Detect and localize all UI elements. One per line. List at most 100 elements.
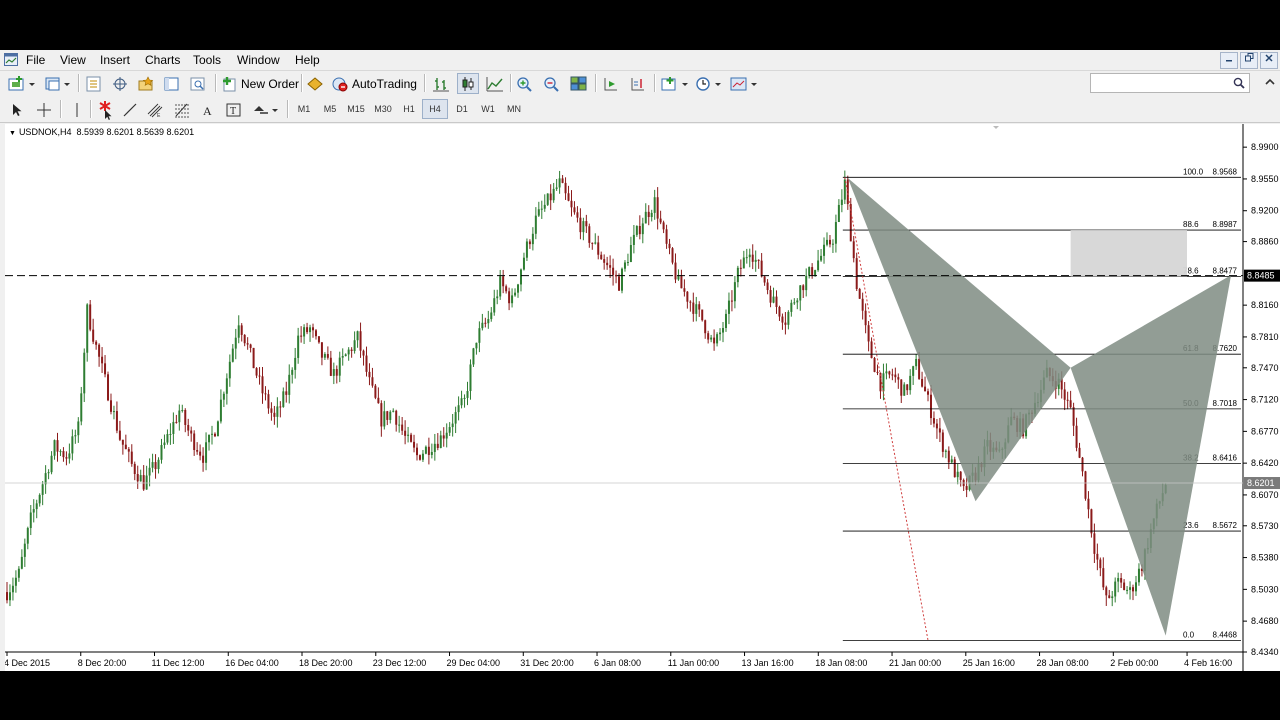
- vertical-line-tool-button[interactable]: [70, 99, 84, 120]
- zoom-in-button[interactable]: [516, 73, 534, 94]
- indicators-button[interactable]: [661, 73, 691, 94]
- menu-file[interactable]: File: [26, 53, 45, 67]
- new-order-button[interactable]: New Order: [222, 73, 299, 94]
- terminal-panel-button[interactable]: [163, 73, 181, 94]
- fibo-retracement-tool-button[interactable]: [173, 99, 191, 120]
- candle-body: [193, 433, 196, 451]
- zoom-out-button[interactable]: [543, 73, 561, 94]
- candle-body: [481, 322, 484, 329]
- candle-body: [588, 226, 591, 243]
- candle-body: [118, 430, 121, 440]
- collapse-triangle-icon[interactable]: ▼: [9, 130, 16, 137]
- candle-body: [202, 455, 205, 463]
- timeframe-d1[interactable]: D1: [449, 99, 475, 119]
- candle-body: [246, 343, 249, 345]
- candle-body: [707, 333, 710, 340]
- candle-body: [395, 410, 398, 425]
- timeframe-m1[interactable]: M1: [291, 99, 317, 119]
- svg-text:A: A: [203, 104, 212, 118]
- fibonacci-tool-button[interactable]: [96, 99, 114, 120]
- candle-body: [912, 366, 915, 376]
- menu-charts[interactable]: Charts: [145, 53, 180, 67]
- candle-body: [448, 427, 451, 433]
- line-chart-button[interactable]: [486, 73, 504, 94]
- timeframe-h1[interactable]: H1: [396, 99, 422, 119]
- channel-tool-button[interactable]: E: [146, 99, 164, 120]
- candle-body: [35, 503, 38, 510]
- new-chart-button[interactable]: [8, 73, 36, 94]
- close-button[interactable]: [1260, 52, 1278, 69]
- timeframe-h4[interactable]: H4: [422, 99, 448, 119]
- menu-tools[interactable]: Tools: [193, 53, 221, 67]
- candle-body: [157, 459, 160, 470]
- timeframe-mn[interactable]: MN: [501, 99, 527, 119]
- text-tool-button[interactable]: A: [200, 99, 214, 120]
- data-window-button[interactable]: [111, 73, 129, 94]
- crosshair-target-icon: [113, 76, 127, 91]
- candle-body: [567, 193, 570, 201]
- metaeditor-button[interactable]: [306, 73, 324, 94]
- periods-button[interactable]: [695, 73, 725, 94]
- candle-body: [597, 242, 600, 255]
- cursor-tool-button[interactable]: [10, 99, 24, 120]
- arrows-tool-button[interactable]: [252, 99, 280, 120]
- chart-shift-button[interactable]: [629, 73, 647, 94]
- strategy-tester-button[interactable]: [189, 73, 207, 94]
- magnifier-page-icon: [190, 77, 205, 90]
- crosshair-tool-button[interactable]: [36, 99, 52, 120]
- tile-windows-button[interactable]: [570, 73, 588, 94]
- autotrading-button[interactable]: AutoTrading: [331, 73, 417, 94]
- candle-body: [466, 391, 469, 398]
- timeframe-w1[interactable]: W1: [475, 99, 501, 119]
- timeframe-m5[interactable]: M5: [317, 99, 343, 119]
- profiles-icon: [45, 77, 70, 90]
- candlestick-icon: [462, 76, 474, 91]
- candle-body: [528, 241, 531, 245]
- candle-body: [653, 197, 656, 213]
- candle-body: [1132, 587, 1135, 592]
- candle-body: [906, 384, 909, 391]
- timeframe-m30[interactable]: M30: [370, 99, 396, 119]
- candle-body: [924, 386, 927, 392]
- candle-body: [267, 394, 270, 409]
- trendline-tool-button[interactable]: [122, 99, 138, 120]
- minimize-button[interactable]: [1220, 52, 1238, 69]
- candlestick-chart-button[interactable]: [457, 73, 479, 94]
- collapse-toolbar-button[interactable]: [1264, 76, 1276, 91]
- candle-body: [1099, 559, 1102, 569]
- candle-body: [216, 421, 219, 437]
- menu-window[interactable]: Window: [237, 53, 280, 67]
- auto-scroll-button[interactable]: [602, 73, 620, 94]
- candle-body: [840, 199, 843, 205]
- restore-button[interactable]: [1240, 52, 1258, 69]
- candle-body: [508, 291, 511, 304]
- timeframe-m15[interactable]: M15: [343, 99, 369, 119]
- profiles-button[interactable]: [44, 73, 72, 94]
- time-tick-label: 4 Feb 16:00: [1184, 658, 1232, 668]
- candle-body: [383, 411, 386, 427]
- search-input[interactable]: [1090, 73, 1250, 93]
- candle-body: [727, 300, 730, 314]
- text-label-tool-button[interactable]: T: [226, 99, 242, 120]
- candle-body: [719, 332, 722, 335]
- candle-body: [502, 276, 505, 287]
- navigator-button[interactable]: [137, 73, 155, 94]
- line-studies-toolbar: E A T M1 M5 M15 M30 H1 H4 D1 W1 MN: [0, 97, 1280, 123]
- bar-chart-button[interactable]: [432, 73, 450, 94]
- candle-body: [47, 472, 50, 474]
- menu-view[interactable]: View: [60, 53, 86, 67]
- candle-body: [95, 341, 98, 345]
- menu-help[interactable]: Help: [295, 53, 320, 67]
- chart-canvas[interactable]: 8.9900 8.9550 8.9200 8.8860 8.8160 8.7810 8.74…: [5, 124, 1280, 671]
- candle-body: [219, 399, 222, 422]
- candle-body: [751, 254, 754, 262]
- menu-insert[interactable]: Insert: [100, 53, 130, 67]
- candle-body: [121, 439, 124, 445]
- templates-button[interactable]: [730, 73, 760, 94]
- fib-price-label: 8.8987: [1213, 220, 1238, 229]
- candle-body: [26, 528, 29, 544]
- price-chart[interactable]: 8.9900 8.9550 8.9200 8.8860 8.8160 8.7810 8.74…: [5, 124, 1280, 671]
- search-icon: [1233, 77, 1245, 89]
- candle-body: [312, 327, 315, 331]
- market-watch-button[interactable]: [85, 73, 103, 94]
